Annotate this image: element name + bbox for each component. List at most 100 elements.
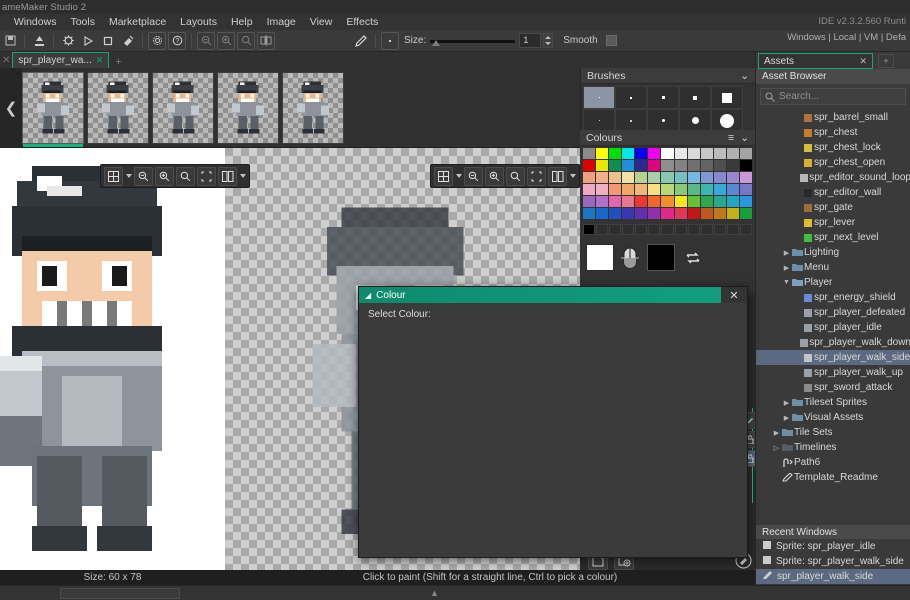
asset-tree-item[interactable]: Template_Readme xyxy=(756,470,910,485)
palette-swatch[interactable] xyxy=(661,184,673,195)
palette-swatch[interactable] xyxy=(622,148,634,159)
palette-swatch[interactable] xyxy=(688,148,700,159)
custom-palette-slot[interactable] xyxy=(701,224,713,235)
palette-swatch[interactable] xyxy=(583,208,595,219)
palette-swatch[interactable] xyxy=(635,196,647,207)
custom-palette-slot[interactable] xyxy=(714,224,726,235)
palette-swatch[interactable] xyxy=(596,160,608,171)
recent-window-item[interactable]: Sprite: spr_player_idle xyxy=(756,539,910,554)
save-icon[interactable] xyxy=(1,32,19,50)
brush-option[interactable] xyxy=(583,86,615,109)
palette-swatch[interactable] xyxy=(727,160,739,171)
custom-palette-slot[interactable] xyxy=(661,224,673,235)
custom-palette-slot[interactable] xyxy=(675,224,687,235)
palette-swatch[interactable] xyxy=(583,196,595,207)
palette-swatch[interactable] xyxy=(740,208,752,219)
brush-option[interactable] xyxy=(615,86,647,109)
palette-swatch[interactable] xyxy=(622,160,634,171)
asset-tree-item[interactable]: ▶Tile Sets xyxy=(756,425,910,440)
palette-swatch[interactable] xyxy=(675,172,687,183)
palette-swatch[interactable] xyxy=(701,184,713,195)
split-view-icon[interactable] xyxy=(548,167,567,186)
palette-swatch[interactable] xyxy=(661,196,673,207)
palette-swatch[interactable] xyxy=(583,148,595,159)
zoom-reset-icon[interactable] xyxy=(237,32,255,50)
palette-swatch[interactable] xyxy=(609,172,621,183)
gear-icon[interactable] xyxy=(148,32,166,50)
menu-item-view[interactable]: View xyxy=(303,14,340,30)
asset-tree-item[interactable]: spr_player_idle xyxy=(756,320,910,335)
palette-swatch[interactable] xyxy=(648,184,660,195)
menu-item-effects[interactable]: Effects xyxy=(339,14,385,30)
palette-swatch[interactable] xyxy=(714,172,726,183)
asset-tree-item[interactable]: ▷Timelines xyxy=(756,440,910,455)
brushes-panel-header[interactable]: Brushes ⌄ xyxy=(581,68,755,84)
custom-palette-slot[interactable] xyxy=(688,224,700,235)
palette-swatch[interactable] xyxy=(635,148,647,159)
palette-swatch[interactable] xyxy=(635,160,647,171)
palette-swatch[interactable] xyxy=(609,196,621,207)
size-slider[interactable] xyxy=(430,34,515,48)
recent-window-item[interactable]: spr_player_walk_side xyxy=(756,569,910,584)
palette-swatch[interactable] xyxy=(583,184,595,195)
stop-icon[interactable] xyxy=(99,32,117,50)
custom-palette-slot[interactable] xyxy=(596,224,608,235)
palette-swatch[interactable] xyxy=(635,172,647,183)
save-all-icon[interactable] xyxy=(30,32,48,50)
menu-icon[interactable]: ≡ xyxy=(728,132,734,144)
palette-swatch[interactable] xyxy=(727,172,739,183)
menu-item-windows[interactable]: Windows xyxy=(7,14,64,30)
frame-thumbnail[interactable] xyxy=(217,72,279,144)
palette-swatch[interactable] xyxy=(596,184,608,195)
palette-swatch[interactable] xyxy=(688,172,700,183)
palette-swatch[interactable] xyxy=(609,148,621,159)
palette-swatch[interactable] xyxy=(688,184,700,195)
palette-swatch[interactable] xyxy=(661,148,673,159)
close-icon[interactable]: ✕ xyxy=(859,56,867,67)
twisty-icon[interactable]: ▷ xyxy=(772,444,781,452)
asset-tree-item[interactable]: ▶Menu xyxy=(756,260,910,275)
palette-swatch[interactable] xyxy=(648,208,660,219)
custom-palette-slot[interactable] xyxy=(727,224,739,235)
palette-swatch[interactable] xyxy=(714,184,726,195)
background-swatch[interactable] xyxy=(647,244,675,271)
play-icon[interactable] xyxy=(79,32,97,50)
palette-swatch[interactable] xyxy=(675,148,687,159)
asset-tree-item[interactable]: spr_chest xyxy=(756,125,910,140)
fit-icon[interactable] xyxy=(197,167,216,186)
smooth-checkbox[interactable] xyxy=(606,35,617,46)
palette-swatch[interactable] xyxy=(622,196,634,207)
palette-swatch[interactable] xyxy=(635,208,647,219)
resize-grip-icon[interactable]: ▲ xyxy=(430,588,439,598)
brush-preview[interactable] xyxy=(381,32,399,50)
menu-item-tools[interactable]: Tools xyxy=(63,14,102,30)
tab-assets[interactable]: Assets ✕ xyxy=(758,53,873,69)
chevron-down-icon[interactable]: ⌄ xyxy=(740,132,749,144)
palette-swatch[interactable] xyxy=(661,160,673,171)
palette-swatch[interactable] xyxy=(609,208,621,219)
palette-swatch[interactable] xyxy=(596,208,608,219)
palette-swatch[interactable] xyxy=(675,184,687,195)
swap-colours-icon[interactable] xyxy=(684,250,702,269)
brush-option[interactable] xyxy=(711,86,743,109)
twisty-icon[interactable]: ▶ xyxy=(782,399,791,407)
asset-tree-item[interactable]: ▼Player xyxy=(756,275,910,290)
quantity-stepper[interactable] xyxy=(543,33,553,48)
pencil-icon[interactable] xyxy=(352,32,370,50)
menu-item-image[interactable]: Image xyxy=(260,14,303,30)
palette-swatch[interactable] xyxy=(727,184,739,195)
zoom-in-icon[interactable] xyxy=(485,167,504,186)
asset-tree-item[interactable]: spr_lever xyxy=(756,215,910,230)
twisty-icon[interactable]: ▶ xyxy=(782,414,791,422)
palette-swatch[interactable] xyxy=(648,196,660,207)
zoom-in-icon[interactable] xyxy=(155,167,174,186)
close-icon[interactable]: ✕ xyxy=(96,55,104,66)
menu-item-layouts[interactable]: Layouts xyxy=(173,14,224,30)
palette-swatch[interactable] xyxy=(740,196,752,207)
brush-option[interactable] xyxy=(647,109,679,132)
asset-tree-item[interactable]: ▶Visual Assets xyxy=(756,410,910,425)
search-input[interactable]: Search... xyxy=(760,88,906,105)
chevron-down-icon[interactable] xyxy=(240,174,246,178)
asset-tree-item[interactable]: spr_player_defeated xyxy=(756,305,910,320)
asset-tree-item[interactable]: spr_editor_sound_loop xyxy=(756,170,910,185)
